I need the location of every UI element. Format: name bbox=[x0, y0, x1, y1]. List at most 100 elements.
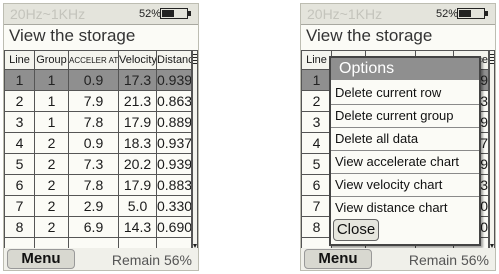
cell-line: 3 bbox=[301, 111, 332, 133]
cell-accelerate: 7.8 bbox=[68, 111, 119, 133]
column-header-distance: Distance bbox=[156, 50, 192, 70]
page-title: View the storage bbox=[306, 26, 433, 45]
storage-screen-right: 20Hz~1KHz 52% View the storage Line ance… bbox=[300, 3, 496, 271]
cell-distance: 0.883 bbox=[156, 174, 192, 196]
cell-line: 4 bbox=[4, 132, 35, 154]
battery-icon bbox=[457, 8, 485, 19]
cell-velocity: 17.9 bbox=[118, 174, 157, 196]
column-header-velocity: Velocity bbox=[118, 50, 157, 70]
table-row[interactable]: 1 1 0.9 17.3 0.939 bbox=[4, 69, 192, 91]
remain-value: 56% bbox=[460, 252, 489, 268]
option-delete-current-row[interactable]: Delete current row bbox=[331, 82, 479, 105]
cell-group: 1 bbox=[34, 69, 69, 91]
cell-distance: 0.939 bbox=[156, 153, 192, 175]
cell-velocity: 17.9 bbox=[118, 111, 157, 133]
cell-velocity: 21.3 bbox=[118, 90, 157, 112]
cell-accelerate: 7.8 bbox=[68, 174, 119, 196]
cell-accelerate: 0.9 bbox=[68, 69, 119, 91]
cell-group: 1 bbox=[34, 90, 69, 112]
cell-line: 2 bbox=[301, 90, 332, 112]
column-header-group: Group bbox=[34, 50, 69, 70]
battery-percentage: 52% bbox=[436, 8, 459, 20]
battery-tip bbox=[485, 11, 488, 16]
frequency-range: 20Hz~1KHz bbox=[10, 6, 86, 22]
bottom-bar: Menu Remain 56% bbox=[301, 248, 495, 270]
cell-line: 6 bbox=[301, 174, 332, 196]
storage-screen-left: 20Hz~1KHz 52% View the storage Line Grou… bbox=[3, 3, 199, 271]
cell-group: 1 bbox=[34, 111, 69, 133]
menu-button[interactable]: Menu bbox=[7, 249, 75, 269]
option-delete-all-data[interactable]: Delete all data bbox=[331, 128, 479, 151]
cell-group: 2 bbox=[34, 132, 69, 154]
table-row[interactable]: 2 1 7.9 21.3 0.863 bbox=[4, 90, 192, 112]
menu-button[interactable]: Menu bbox=[304, 249, 372, 269]
cell-line: 1 bbox=[301, 69, 332, 91]
battery-tip bbox=[188, 11, 191, 16]
battery-icon bbox=[160, 8, 188, 19]
frequency-range: 20Hz~1KHz bbox=[307, 6, 383, 22]
column-header-line: Line bbox=[301, 50, 332, 70]
page-title: View the storage bbox=[9, 26, 136, 45]
remain-label: Remain bbox=[408, 252, 458, 268]
cell-line: 2 bbox=[4, 90, 35, 112]
cell-distance: 0.690 bbox=[156, 216, 192, 238]
cell-accelerate: 0.9 bbox=[68, 132, 119, 154]
options-dialog: Options Delete current row Delete curren… bbox=[329, 56, 481, 246]
cell-velocity: 18.3 bbox=[118, 132, 157, 154]
cell-line: 4 bbox=[301, 132, 332, 154]
cell-velocity: 20.2 bbox=[118, 153, 157, 175]
status-bar: 20Hz~1KHz 52% bbox=[301, 4, 495, 25]
scrollbar[interactable] bbox=[192, 50, 198, 249]
table-row[interactable]: 5 2 7.3 20.2 0.939 bbox=[4, 153, 192, 175]
cell-accelerate: 7.9 bbox=[68, 90, 119, 112]
table-row[interactable]: 7 2 2.9 5.0 0.330 bbox=[4, 195, 192, 217]
cell-accelerate: 2.9 bbox=[68, 195, 119, 217]
cell-line: 3 bbox=[4, 111, 35, 133]
option-view-velocity-chart[interactable]: View velocity chart bbox=[331, 174, 479, 197]
cell-line: 8 bbox=[4, 216, 35, 238]
option-view-accelerate-chart[interactable]: View accelerate chart bbox=[331, 151, 479, 174]
storage-table: Line Group ACCELER ATE Velocity Distance… bbox=[4, 50, 192, 259]
cell-distance: 0.889 bbox=[156, 111, 192, 133]
cell-velocity: 5.0 bbox=[118, 195, 157, 217]
close-button[interactable]: Close bbox=[333, 219, 379, 241]
cell-line: 8 bbox=[301, 216, 332, 238]
cell-line: 5 bbox=[301, 153, 332, 175]
cell-velocity: 14.3 bbox=[118, 216, 157, 238]
cell-distance: 0.939 bbox=[156, 69, 192, 91]
column-header-line: Line bbox=[4, 50, 35, 70]
remaining-storage: Remain 56% bbox=[409, 252, 489, 268]
cell-group: 2 bbox=[34, 153, 69, 175]
cell-line: 6 bbox=[4, 174, 35, 196]
status-bar: 20Hz~1KHz 52% bbox=[4, 4, 198, 25]
cell-group: 2 bbox=[34, 195, 69, 217]
cell-line: 7 bbox=[301, 195, 332, 217]
cell-distance: 0.937 bbox=[156, 132, 192, 154]
cell-accelerate: 7.3 bbox=[68, 153, 119, 175]
battery-percentage: 52% bbox=[139, 8, 162, 20]
cell-distance: 0.330 bbox=[156, 195, 192, 217]
scroll-thumb[interactable] bbox=[193, 54, 197, 64]
remain-label: Remain bbox=[111, 252, 161, 268]
remaining-storage: Remain 56% bbox=[112, 252, 192, 268]
cell-distance: 0.863 bbox=[156, 90, 192, 112]
cell-group: 2 bbox=[34, 174, 69, 196]
cell-group: 2 bbox=[34, 216, 69, 238]
table-row[interactable]: 8 2 6.9 14.3 0.690 bbox=[4, 216, 192, 238]
cell-line: 5 bbox=[4, 153, 35, 175]
cell-line: 7 bbox=[4, 195, 35, 217]
remain-value: 56% bbox=[163, 252, 192, 268]
cell-accelerate: 6.9 bbox=[68, 216, 119, 238]
cell-line: 1 bbox=[4, 69, 35, 91]
options-dialog-title: Options bbox=[331, 58, 479, 80]
column-header-accelerate: ACCELER ATE bbox=[68, 50, 119, 70]
option-delete-current-group[interactable]: Delete current group bbox=[331, 105, 479, 128]
option-view-distance-chart[interactable]: View distance chart bbox=[331, 197, 479, 219]
table-row[interactable]: 6 2 7.8 17.9 0.883 bbox=[4, 174, 192, 196]
table-row[interactable]: 4 2 0.9 18.3 0.937 bbox=[4, 132, 192, 154]
scrollbar[interactable] bbox=[489, 50, 495, 249]
bottom-bar: Menu Remain 56% bbox=[4, 248, 198, 270]
table-row[interactable]: 3 1 7.8 17.9 0.889 bbox=[4, 111, 192, 133]
cell-velocity: 17.3 bbox=[118, 69, 157, 91]
scroll-thumb[interactable] bbox=[490, 54, 494, 64]
